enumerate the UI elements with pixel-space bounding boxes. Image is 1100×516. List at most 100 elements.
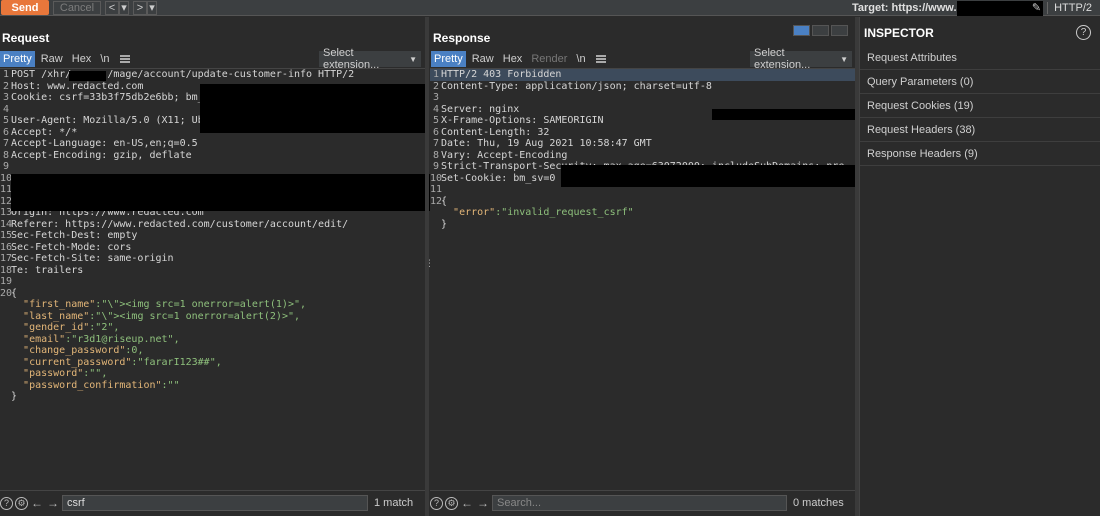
response-search-placeholder: Search... (497, 497, 542, 509)
inspector-title: INSPECTOR (864, 26, 934, 40)
code-line: 14 Referer: https://www.redacted.com/cust… (0, 219, 425, 231)
tab-raw[interactable]: Raw (38, 51, 66, 67)
json-value: :"fararI123##", (131, 356, 222, 368)
line-number: 10 (0, 172, 13, 184)
back-history-button[interactable]: ▾ (119, 0, 129, 15)
inspector-query-parameters[interactable]: Query Parameters (0) (860, 71, 1100, 94)
response-editor[interactable]: 1 HTTP/2 403 Forbidden 2 Content-Type: appl… (430, 68, 856, 491)
menu-icon[interactable] (595, 55, 606, 63)
layout-stacked-icon[interactable] (812, 25, 829, 36)
arrow-left-icon[interactable]: ← (460, 496, 474, 510)
json-value: :"r3d1@riseup.net", (65, 333, 180, 345)
tab-hex[interactable]: Hex (69, 51, 95, 67)
json-key: "error" (453, 207, 496, 218)
protocol-label[interactable]: HTTP/2 (1054, 2, 1092, 14)
line-number: 19 (0, 276, 13, 287)
select-extension-dropdown[interactable]: Select extension... ▼ (750, 47, 852, 71)
line-number: 1 (432, 69, 439, 80)
code-text: Set-Cookie: bm_sv=0 (441, 172, 556, 184)
code-text: Accept: */* (11, 126, 78, 138)
tab-raw[interactable]: Raw (469, 51, 497, 67)
code-line: 2 Content-Type: application/json; charset… (430, 81, 856, 93)
select-extension-dropdown[interactable]: Select extension... ▼ (319, 47, 421, 71)
code-line: "first_name":"\"><img src=1 onerror=aler… (0, 299, 425, 311)
code-text: Server: nginx (441, 103, 520, 115)
inspector-panel: INSPECTOR ? Request Attributes Query Par… (859, 17, 1100, 516)
code-text: Cookie: csrf=33b3f75db2e6bb; bm_ (11, 92, 204, 103)
tab-newline[interactable]: \n (573, 51, 588, 67)
help-icon[interactable]: ? (0, 496, 13, 510)
help-icon[interactable]: ? (1076, 25, 1091, 40)
line-number: 8 (432, 149, 439, 161)
tab-render[interactable]: Render (528, 51, 570, 67)
tab-pretty[interactable]: Pretty (0, 51, 35, 67)
tab-pretty[interactable]: Pretty (431, 51, 466, 67)
arrow-right-icon[interactable]: → (476, 496, 490, 510)
panel-splitter[interactable]: ⋮ (425, 17, 434, 516)
code-text: Vary: Accept-Encoding (441, 149, 568, 161)
inspector-request-headers[interactable]: Request Headers (38) (860, 119, 1100, 142)
code-text: Sec-Fetch-Dest: empty (11, 230, 138, 241)
code-line: "current_password":"fararI123##", (0, 357, 425, 369)
layout-toggle (793, 25, 848, 36)
layout-tabs-icon[interactable] (831, 25, 848, 36)
code-text: "last_name":"\"><img src=1 onerror=alert… (11, 311, 300, 323)
line-number (0, 345, 11, 357)
forward-button[interactable]: > (133, 0, 147, 15)
redaction-box (712, 109, 856, 120)
redaction-box (956, 0, 1043, 16)
code-text: { (441, 195, 448, 207)
code-line: 15 Sec-Fetch-Dest: empty (0, 230, 425, 242)
json-key: "password" (23, 368, 84, 379)
code-text: "password":"", (11, 368, 107, 380)
edit-target-icon[interactable]: ✎ (1032, 1, 1041, 14)
tab-newline[interactable]: \n (97, 51, 112, 67)
forward-history-button[interactable]: ▾ (147, 0, 157, 15)
line-number: 16 (0, 241, 13, 253)
help-icon[interactable]: ? (430, 496, 443, 510)
line-number: 5 (2, 115, 9, 126)
code-line: 3 (430, 92, 856, 104)
response-search-input[interactable]: Search... (492, 495, 787, 511)
chevron-down-icon: ▼ (840, 54, 848, 64)
line-number: 4 (432, 103, 439, 115)
request-search-input[interactable]: csrf (62, 495, 368, 511)
line-number: 14 (0, 218, 13, 230)
request-match-count: 1 match (374, 497, 414, 509)
inspector-request-cookies[interactable]: Request Cookies (19) (860, 95, 1100, 118)
code-text: } (441, 218, 448, 230)
line-number (430, 207, 441, 219)
inspector-response-headers[interactable]: Response Headers (9) (860, 143, 1100, 166)
arrow-left-icon[interactable]: ← (30, 496, 44, 510)
line-number (0, 357, 11, 369)
inspector-request-attributes[interactable]: Request Attributes (860, 47, 1100, 70)
send-button[interactable]: Send (1, 0, 49, 15)
cancel-button[interactable]: Cancel (53, 0, 101, 15)
json-value: :"" (161, 379, 180, 391)
menu-icon[interactable] (119, 55, 130, 63)
code-text: { (11, 287, 18, 299)
line-number (0, 391, 11, 403)
json-value: :0, (125, 345, 144, 356)
redaction-box (11, 174, 439, 211)
code-line: 7 Date: Thu, 19 Aug 2021 10:58:47 GMT (430, 138, 856, 150)
json-key: "change_password" (23, 345, 126, 356)
arrow-right-icon[interactable]: → (46, 496, 60, 510)
tab-hex[interactable]: Hex (500, 51, 526, 67)
code-text: POST /xhr/ /mage/account/update-customer… (11, 69, 355, 80)
code-text: Sec-Fetch-Mode: cors (11, 241, 132, 253)
redaction-box (69, 71, 106, 81)
code-text: } (11, 391, 18, 402)
settings-gear-icon[interactable]: ⚙ (445, 496, 458, 510)
json-value: :"\"><img src=1 onerror=alert(1)>", (95, 299, 307, 310)
request-search-value: csrf (67, 497, 85, 509)
line-number: 10 (430, 172, 443, 184)
line-number (0, 368, 11, 380)
back-button[interactable]: < (105, 0, 119, 15)
json-key: "first_name" (23, 299, 96, 310)
code-line: 8 Accept-Encoding: gzip, deflate (0, 150, 425, 162)
layout-side-by-side-icon[interactable] (793, 25, 810, 36)
settings-gear-icon[interactable]: ⚙ (15, 496, 28, 510)
json-value: :"2", (89, 322, 120, 333)
code-line: 7 Accept-Language: en-US,en;q=0.5 (0, 138, 425, 150)
